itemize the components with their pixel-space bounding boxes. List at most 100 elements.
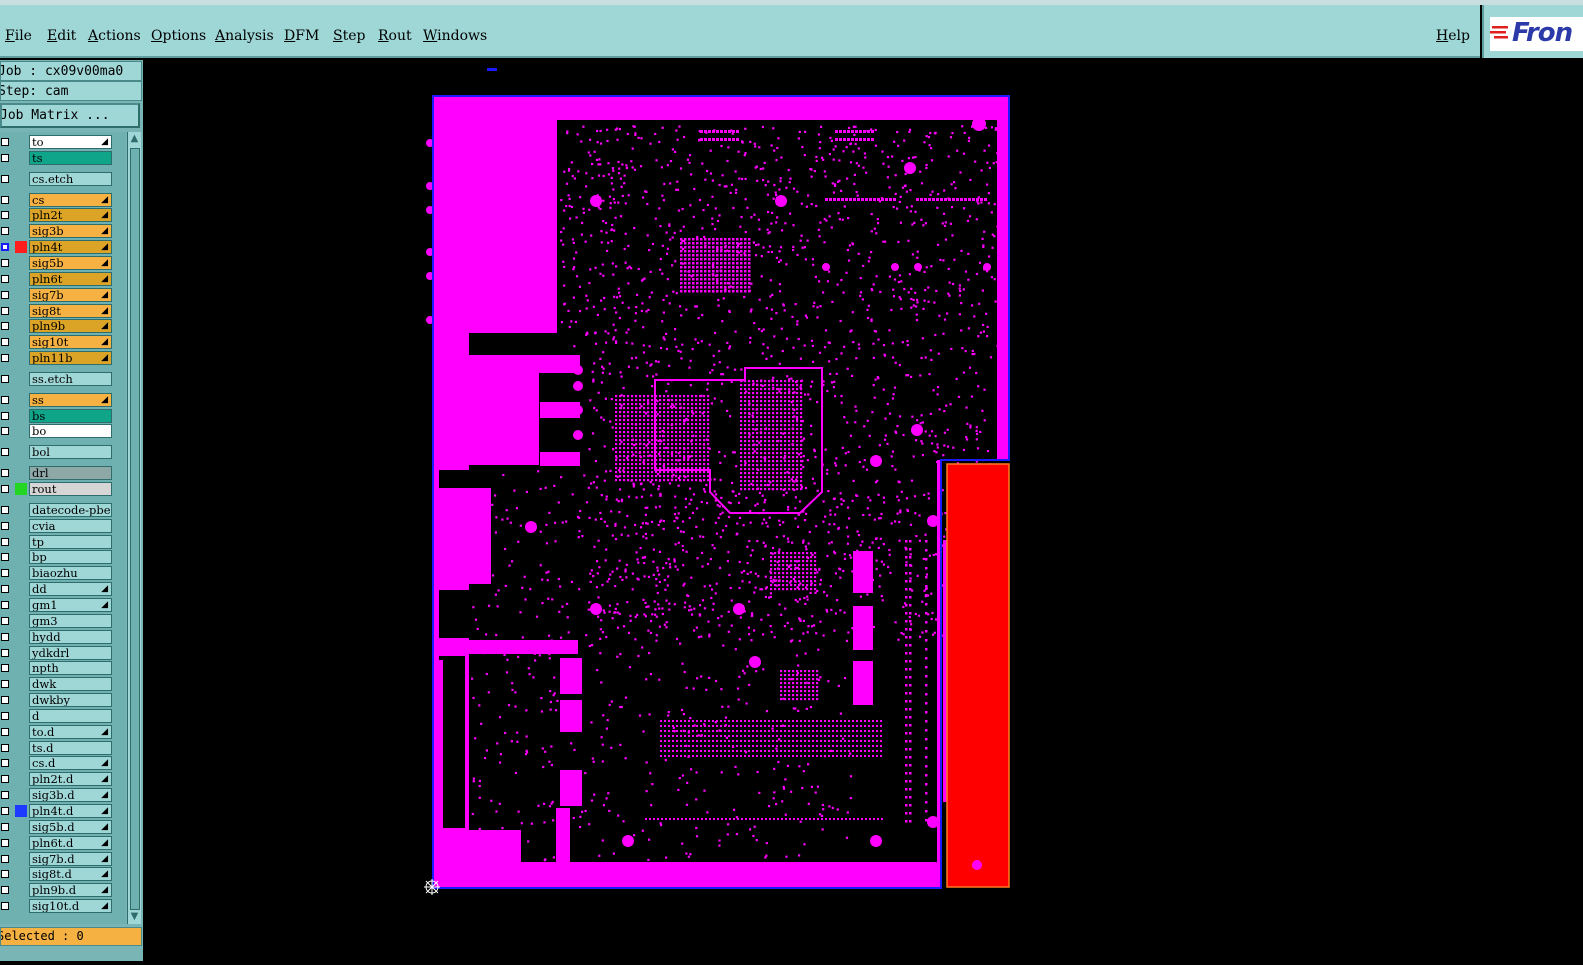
layer-name[interactable]: bo bbox=[29, 424, 112, 439]
layer-row-sig5b-d[interactable]: sig5b.d ◢ bbox=[0, 819, 114, 834]
layer-checkbox[interactable] bbox=[1, 211, 9, 220]
layer-row-cs-d[interactable]: cs.d ◢ bbox=[0, 756, 114, 771]
graphic-canvas[interactable] bbox=[143, 60, 1583, 961]
layer-list-scrollbar[interactable]: ▲ ▼ bbox=[127, 132, 141, 924]
layer-name[interactable]: pln6t ◢ bbox=[29, 271, 112, 286]
layer-context-arrow-icon[interactable]: ◢ bbox=[101, 774, 108, 785]
layer-checkbox[interactable] bbox=[1, 195, 9, 204]
layer-name[interactable]: npth bbox=[29, 661, 112, 676]
scroll-up-icon[interactable]: ▲ bbox=[128, 132, 141, 146]
layer-context-arrow-icon[interactable]: ◢ bbox=[101, 290, 108, 301]
menu-dfm[interactable]: DFM bbox=[284, 28, 319, 44]
layer-checkbox[interactable] bbox=[1, 759, 9, 768]
layer-row-sig7b[interactable]: sig7b ◢ bbox=[0, 287, 114, 302]
layer-list[interactable]: to ◢ ts cs.etch cs ◢ pln2t ◢ sig3b ◢ pln4t ◢ sig5b ◢ p… bbox=[0, 132, 126, 924]
layer-checkbox[interactable] bbox=[1, 395, 9, 404]
layer-row-ydkdrl[interactable]: ydkdrl bbox=[0, 645, 114, 660]
layer-context-arrow-icon[interactable]: ◢ bbox=[101, 838, 108, 849]
layer-name[interactable]: gm3 bbox=[29, 613, 112, 628]
layer-row-ss-etch[interactable]: ss.etch bbox=[0, 371, 114, 386]
scroll-down-icon[interactable]: ▼ bbox=[128, 910, 141, 924]
layer-row-npth[interactable]: npth bbox=[0, 661, 114, 676]
layer-name[interactable]: ss.etch bbox=[29, 371, 112, 386]
layer-checkbox[interactable] bbox=[1, 585, 9, 594]
layer-name[interactable]: sig5b ◢ bbox=[29, 255, 112, 270]
layer-row-biaozhu[interactable]: biaozhu bbox=[0, 566, 114, 581]
layer-context-arrow-icon[interactable]: ◢ bbox=[101, 321, 108, 332]
layer-context-arrow-icon[interactable]: ◢ bbox=[101, 395, 108, 406]
layer-row-bs[interactable]: bs bbox=[0, 408, 114, 423]
layer-checkbox[interactable] bbox=[1, 354, 9, 363]
layer-context-arrow-icon[interactable]: ◢ bbox=[101, 195, 108, 206]
layer-checkbox[interactable] bbox=[1, 822, 9, 831]
layer-context-arrow-icon[interactable]: ◢ bbox=[101, 885, 108, 896]
layer-name[interactable]: cs ◢ bbox=[29, 192, 112, 207]
menu-step[interactable]: Step bbox=[333, 28, 365, 44]
layer-name[interactable]: pln4t ◢ bbox=[29, 240, 112, 255]
layer-row-sig5b[interactable]: sig5b ◢ bbox=[0, 255, 114, 270]
layer-row-drl[interactable]: drl bbox=[0, 466, 114, 481]
layer-checkbox[interactable] bbox=[1, 791, 9, 800]
layer-context-arrow-icon[interactable]: ◢ bbox=[101, 584, 108, 595]
layer-context-arrow-icon[interactable]: ◢ bbox=[101, 137, 108, 148]
layer-row-cs[interactable]: cs ◢ bbox=[0, 192, 114, 207]
layer-checkbox[interactable] bbox=[1, 258, 9, 267]
layer-name[interactable]: sig3b ◢ bbox=[29, 224, 112, 239]
layer-row-sig3b-d[interactable]: sig3b.d ◢ bbox=[0, 788, 114, 803]
layer-name[interactable]: biaozhu bbox=[29, 566, 112, 581]
layer-row-sig10t-d[interactable]: sig10t.d ◢ bbox=[0, 899, 114, 914]
layer-context-arrow-icon[interactable]: ◢ bbox=[101, 210, 108, 221]
layer-row-sig8t[interactable]: sig8t ◢ bbox=[0, 303, 114, 318]
layer-context-arrow-icon[interactable]: ◢ bbox=[101, 226, 108, 237]
layer-row-hydd[interactable]: hydd bbox=[0, 629, 114, 644]
layer-row-to-d[interactable]: to.d ◢ bbox=[0, 724, 114, 739]
layer-name[interactable]: ydkdrl bbox=[29, 645, 112, 660]
layer-checkbox[interactable] bbox=[1, 469, 9, 478]
layer-name[interactable]: sig10t.d ◢ bbox=[29, 899, 112, 914]
layer-context-arrow-icon[interactable]: ◢ bbox=[101, 274, 108, 285]
layer-checkbox[interactable] bbox=[1, 290, 9, 299]
layer-name[interactable]: tp bbox=[29, 534, 112, 549]
layer-row-gm3[interactable]: gm3 bbox=[0, 613, 114, 628]
layer-checkbox[interactable] bbox=[1, 485, 9, 493]
layer-row-sig8t-d[interactable]: sig8t.d ◢ bbox=[0, 867, 114, 882]
layer-context-arrow-icon[interactable]: ◢ bbox=[101, 854, 108, 865]
layer-checkbox[interactable] bbox=[1, 411, 9, 420]
layer-name[interactable]: pln9b.d ◢ bbox=[29, 883, 112, 898]
menu-file[interactable]: File bbox=[5, 28, 32, 44]
layer-row-rout[interactable]: rout bbox=[0, 482, 114, 496]
layer-row-pln6t-d[interactable]: pln6t.d ◢ bbox=[0, 835, 114, 850]
layer-name[interactable]: sig10t ◢ bbox=[29, 335, 112, 350]
menu-edit[interactable]: Edit bbox=[47, 28, 76, 44]
layer-name[interactable]: pln4t.d ◢ bbox=[29, 804, 112, 818]
layer-row-pln6t[interactable]: pln6t ◢ bbox=[0, 271, 114, 286]
layer-checkbox[interactable] bbox=[1, 553, 9, 562]
menu-options[interactable]: Options bbox=[151, 28, 206, 44]
layer-context-arrow-icon[interactable]: ◢ bbox=[101, 869, 108, 880]
menu-actions[interactable]: Actions bbox=[88, 28, 141, 44]
layer-name[interactable]: drl bbox=[29, 466, 112, 481]
layer-checkbox[interactable] bbox=[1, 743, 9, 752]
layer-checkbox[interactable] bbox=[1, 138, 9, 146]
layer-row-sig3b[interactable]: sig3b ◢ bbox=[0, 224, 114, 239]
layer-row-ts[interactable]: ts bbox=[0, 150, 114, 165]
layer-context-arrow-icon[interactable]: ◢ bbox=[101, 337, 108, 348]
layer-name[interactable]: ts.d bbox=[29, 740, 112, 755]
layer-checkbox[interactable] bbox=[1, 243, 9, 252]
layer-name[interactable]: sig7b ◢ bbox=[29, 287, 112, 302]
layer-checkbox[interactable] bbox=[1, 807, 9, 815]
layer-context-arrow-icon[interactable]: ◢ bbox=[101, 306, 108, 317]
layer-name[interactable]: gm1 ◢ bbox=[29, 597, 112, 612]
layer-name[interactable]: sig5b.d ◢ bbox=[29, 819, 112, 834]
layer-context-arrow-icon[interactable]: ◢ bbox=[101, 758, 108, 769]
layer-row-datecode-pbe[interactable]: datecode-pbe bbox=[0, 502, 114, 517]
layer-checkbox[interactable] bbox=[1, 374, 9, 383]
layer-row-ts-d[interactable]: ts.d bbox=[0, 740, 114, 755]
layer-row-ss[interactable]: ss ◢ bbox=[0, 392, 114, 407]
layer-checkbox[interactable] bbox=[1, 886, 9, 895]
layer-name[interactable]: cvia bbox=[29, 518, 112, 533]
layer-checkbox[interactable] bbox=[1, 174, 9, 183]
layer-checkbox[interactable] bbox=[1, 537, 9, 546]
layer-row-pln4t[interactable]: pln4t ◢ bbox=[0, 240, 114, 255]
layer-context-arrow-icon[interactable]: ◢ bbox=[101, 600, 108, 611]
